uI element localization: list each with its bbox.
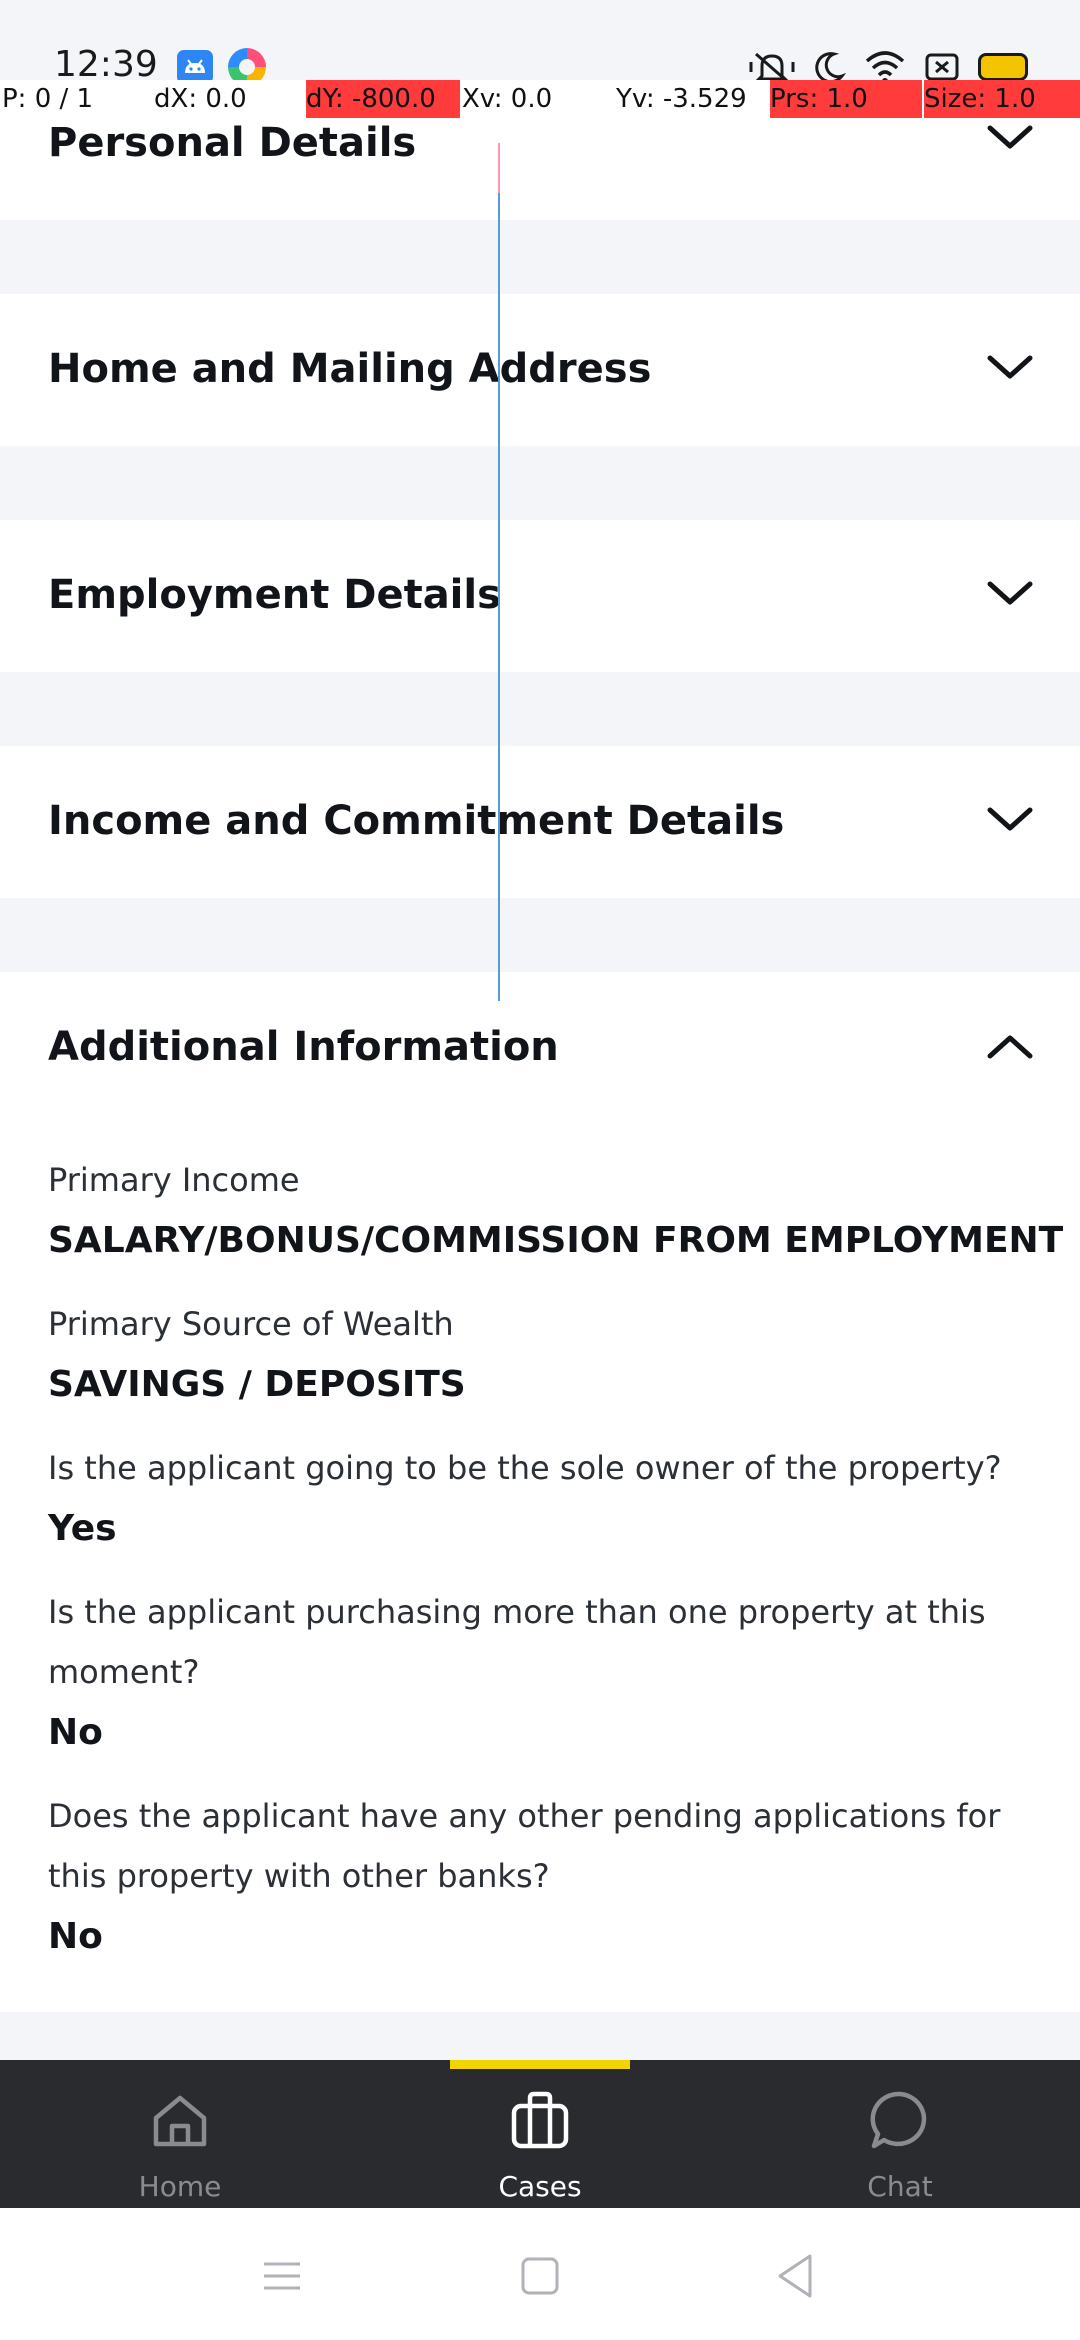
moon-icon xyxy=(815,52,846,84)
section-title: Home and Mailing Address xyxy=(48,346,652,392)
overlay-pressure: Prs: 1.0 xyxy=(770,80,922,118)
overlay-dy: dY: -800.0 xyxy=(306,80,460,118)
sole-owner-label: Is the applicant going to be the sole ow… xyxy=(48,1449,1002,1487)
nav-item-home[interactable]: Home xyxy=(0,2060,360,2208)
menu-icon[interactable] xyxy=(252,2246,312,2306)
nav-label-chat: Chat xyxy=(867,2170,933,2203)
overlay-size: Size: 1.0 xyxy=(924,80,1080,118)
source-of-wealth-value: SAVINGS / DEPOSITS xyxy=(48,1364,466,1405)
screen-record-icon xyxy=(925,53,959,81)
briefcase-icon xyxy=(511,2091,569,2149)
nav-label-home: Home xyxy=(138,2170,222,2203)
bottom-navigation: Home Cases Chat xyxy=(0,2060,1080,2208)
chat-bubble-icon xyxy=(870,2091,927,2149)
overlay-dx: dX: 0.0 xyxy=(154,84,247,114)
overlay-xv: Xv: 0.0 xyxy=(462,84,553,114)
primary-income-value: SALARY/BONUS/COMMISSION FROM EMPLOYMENT xyxy=(48,1220,1064,1261)
sole-owner-value: Yes xyxy=(48,1508,117,1549)
pointer-trace-line xyxy=(498,143,500,1001)
system-navigation-bar xyxy=(0,2208,1080,2340)
section-title: Personal Details xyxy=(48,120,417,166)
section-employment-details[interactable]: Employment Details xyxy=(0,520,1080,672)
multiple-properties-value: No xyxy=(48,1712,103,1753)
multiple-properties-label: Is the applicant purchasing more than on… xyxy=(48,1593,986,1691)
section-title: Income and Commitment Details xyxy=(48,798,785,844)
chevron-down-icon[interactable] xyxy=(984,112,1036,164)
status-bar: 12:39 xyxy=(0,0,1080,88)
source-of-wealth-label: Primary Source of Wealth xyxy=(48,1305,454,1343)
section-additional-information: Additional Information Primary Income SA… xyxy=(0,972,1080,2012)
pointer-location-overlay: P: 0 / 1 dX: 0.0 dY: -800.0 Xv: 0.0 Yv: … xyxy=(0,80,1080,118)
android-app-icon xyxy=(177,50,213,84)
pointer-trace-start xyxy=(498,143,500,193)
section-header[interactable]: Additional Information xyxy=(0,972,1080,1124)
nav-item-cases[interactable]: Cases xyxy=(360,2060,720,2208)
primary-income-label: Primary Income xyxy=(48,1161,300,1199)
section-title: Employment Details xyxy=(48,572,501,618)
chevron-down-icon[interactable] xyxy=(984,568,1036,620)
section-home-mailing-address[interactable]: Home and Mailing Address xyxy=(0,294,1080,446)
section-income-commitment-details[interactable]: Income and Commitment Details xyxy=(0,746,1080,898)
pending-applications-value: No xyxy=(48,1916,103,1957)
overlay-pointer-count: P: 0 / 1 xyxy=(2,84,94,114)
back-icon[interactable] xyxy=(766,2246,826,2306)
overlay-yv: Yv: -3.529 xyxy=(616,84,747,114)
nav-label-cases: Cases xyxy=(498,2170,582,2203)
section-title: Additional Information xyxy=(48,1024,559,1070)
battery-icon xyxy=(978,53,1028,81)
pending-applications-label: Does the applicant have any other pendin… xyxy=(48,1797,1001,1895)
home-icon xyxy=(153,2095,207,2147)
chevron-up-icon[interactable] xyxy=(984,1020,1036,1072)
chevron-down-icon[interactable] xyxy=(984,794,1036,846)
status-time: 12:39 xyxy=(54,44,158,85)
nav-item-chat[interactable]: Chat xyxy=(720,2060,1080,2208)
chevron-down-icon[interactable] xyxy=(984,342,1036,394)
home-square-icon[interactable] xyxy=(510,2246,570,2306)
